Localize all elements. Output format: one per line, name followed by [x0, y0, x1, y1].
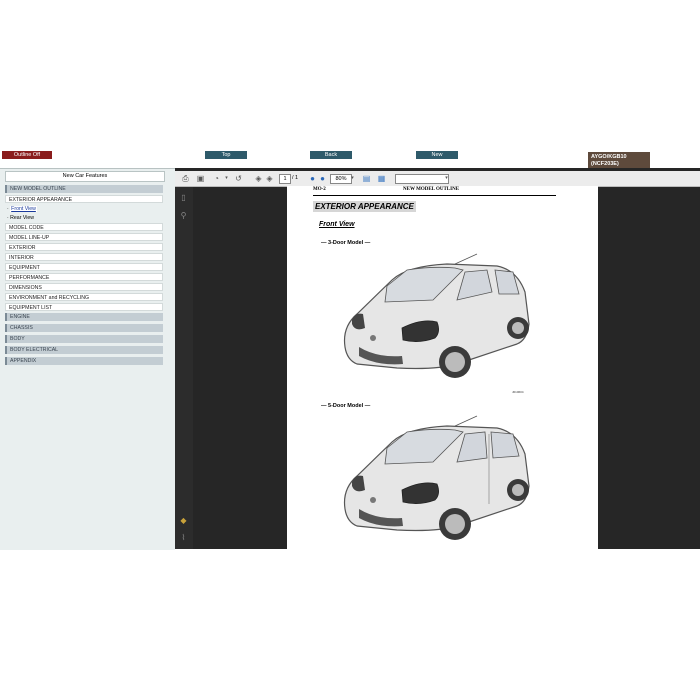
nav-front-view[interactable]: · Front View	[7, 205, 37, 213]
nav-rear-view-label[interactable]: Rear View	[10, 215, 34, 221]
model-badge-line1: AYGO/KGB10	[591, 154, 627, 160]
top-button[interactable]: Top	[205, 151, 247, 159]
zoom-out-icon[interactable]: ●	[308, 174, 317, 183]
rotate-icon[interactable]: ↺	[234, 174, 243, 183]
print-icon[interactable]: ⎙	[181, 174, 190, 183]
nav-exterior-appearance[interactable]: EXTERIOR APPEARANCE	[5, 195, 163, 203]
back-button[interactable]: Back	[310, 151, 352, 159]
zoom-dropdown-icon[interactable]: ▾	[348, 174, 357, 183]
nav-model-code[interactable]: MODEL CODE	[5, 223, 163, 231]
find-dropdown-icon[interactable]: ▾	[442, 174, 451, 183]
nav-appendix[interactable]: APPENDIX	[5, 357, 163, 365]
layers-icon[interactable]: ◆	[179, 516, 188, 525]
pages-icon[interactable]: ▯	[179, 193, 188, 202]
model-badge-line2: (NCF203E)	[591, 161, 619, 167]
nav-front-view-label[interactable]: Front View	[10, 206, 37, 212]
previous-page-icon[interactable]: ◈	[254, 174, 263, 183]
nav-model-line-up[interactable]: MODEL LINE-UP	[5, 233, 163, 241]
nav-rear-view[interactable]: · Rear View	[7, 214, 34, 222]
zoom-in-icon[interactable]: ●	[318, 174, 327, 183]
header-rule	[313, 195, 556, 196]
nav-performance[interactable]: PERFORMANCE	[5, 273, 163, 281]
share-icon[interactable]: ◔	[212, 174, 221, 183]
three-door-title: — 3-Door Model —	[321, 240, 371, 246]
save-icon[interactable]: ▣	[196, 174, 205, 183]
section-title: EXTERIOR APPEARANCE	[313, 201, 416, 212]
outline-panel-header: New Car Features	[5, 171, 165, 182]
outline-off-button[interactable]: Outline Off	[2, 151, 52, 159]
bookmarks-icon[interactable]: ⚲	[179, 211, 188, 220]
front-view-title: Front View	[319, 221, 355, 228]
nav-new-model-outline[interactable]: NEW MODEL OUTLINE	[5, 185, 163, 193]
new-button[interactable]: New	[416, 151, 458, 159]
page-code: MO-2	[313, 187, 326, 192]
nav-engine[interactable]: ENGINE	[5, 313, 163, 321]
page-number-input[interactable]: 1	[279, 174, 291, 184]
find-input[interactable]	[395, 174, 449, 184]
nav-equipment[interactable]: EQUIPMENT	[5, 263, 163, 271]
fit-width-icon[interactable]: ▦	[377, 174, 386, 183]
nav-dimensions[interactable]: DIMENSIONS	[5, 283, 163, 291]
pdf-side-toolbar	[175, 185, 193, 549]
car-5-door-image	[343, 415, 530, 540]
car-3-door-image	[343, 253, 530, 378]
page-total: / 1	[292, 175, 299, 181]
model-badge: AYGO/KGB10 (NCF203E)	[588, 152, 650, 169]
nav-exterior[interactable]: EXTERIOR	[5, 243, 163, 251]
five-door-title: — 5-Door Model —	[321, 403, 371, 409]
nav-interior[interactable]: INTERIOR	[5, 253, 163, 261]
fit-page-icon[interactable]: ▤	[362, 174, 371, 183]
nav-body[interactable]: BODY	[5, 335, 163, 343]
next-page-icon[interactable]: ◈	[265, 174, 274, 183]
nav-equipment-list[interactable]: EQUIPMENT LIST	[5, 303, 163, 311]
share-dropdown-icon[interactable]: ▾	[222, 174, 231, 183]
nav-body-electrical[interactable]: BODY ELECTRICAL	[5, 346, 163, 354]
attachment-icon[interactable]: ⌇	[179, 533, 188, 542]
nav-chassis[interactable]: CHASSIS	[5, 324, 163, 332]
nav-environment-recycling[interactable]: ENVIRONMENT and RECYCLING	[5, 293, 163, 301]
page-header: NEW MODEL OUTLINE	[403, 187, 460, 192]
